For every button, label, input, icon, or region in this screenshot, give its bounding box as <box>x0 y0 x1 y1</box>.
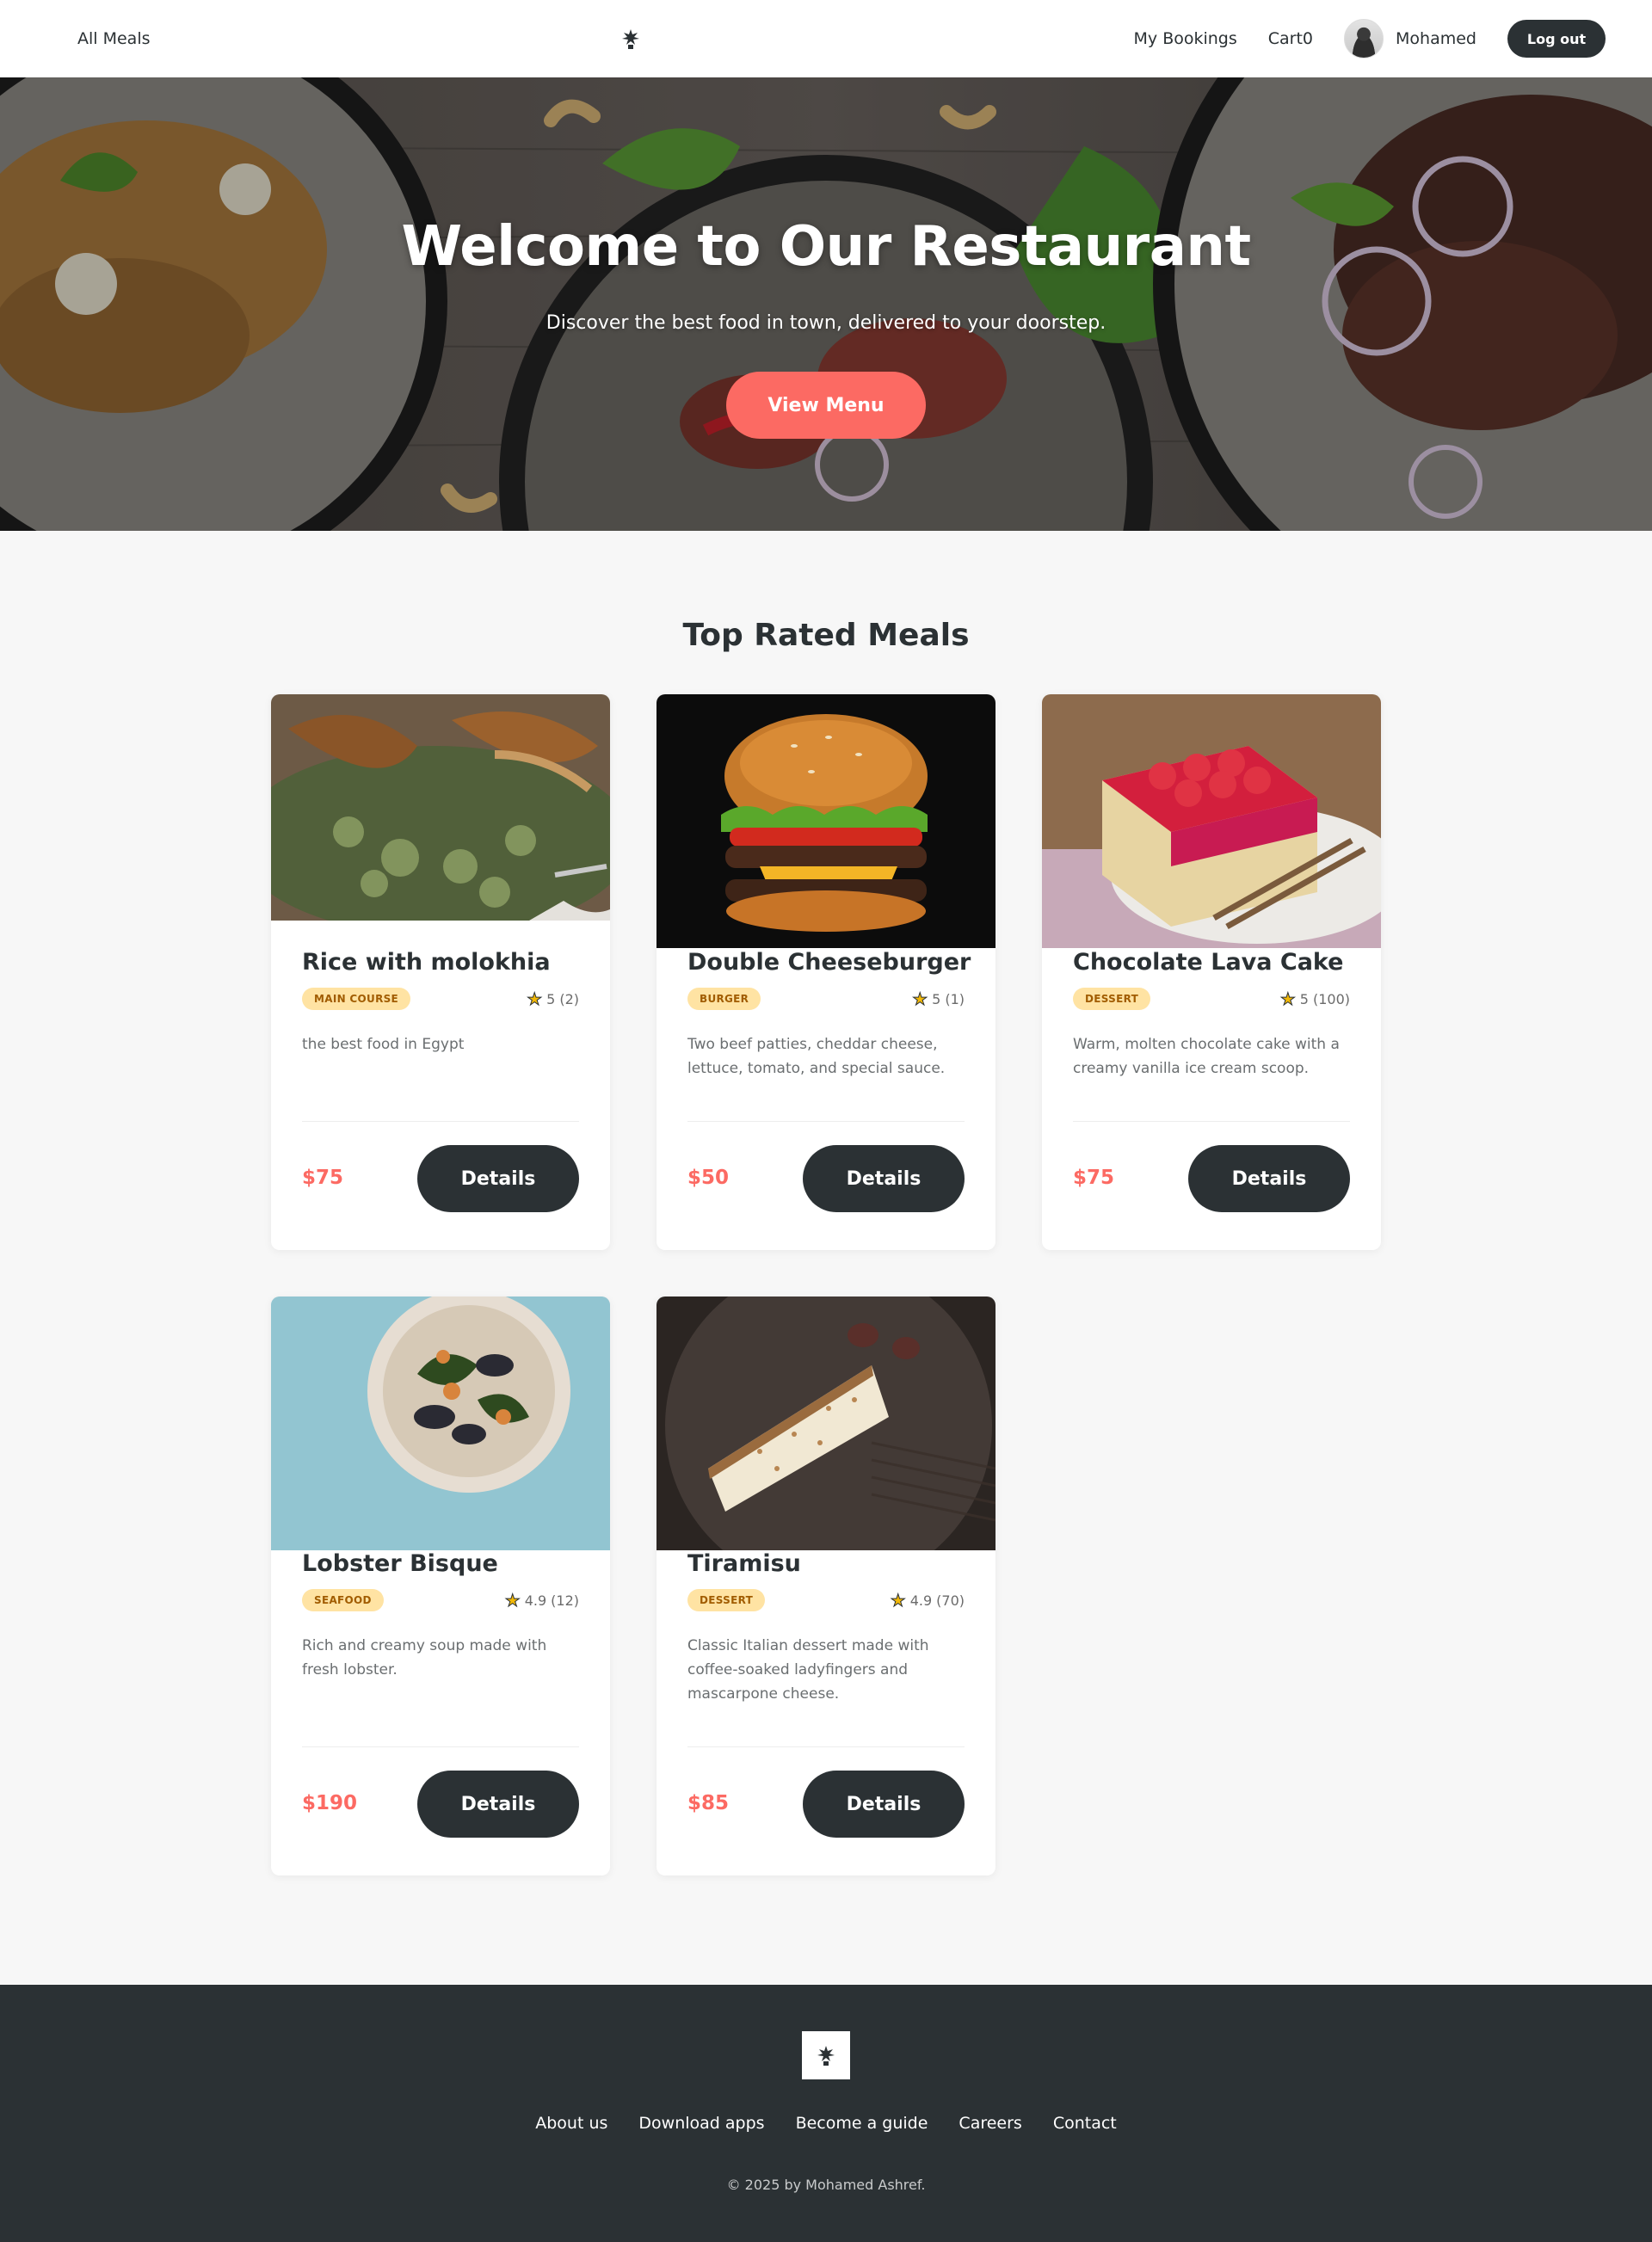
card-divider <box>302 1746 579 1747</box>
meal-price: $85 <box>687 1792 730 1814</box>
meal-title[interactable]: Chocolate Lava Cake <box>1073 949 1350 976</box>
footer-link-download-apps[interactable]: Download apps <box>638 2114 764 2133</box>
rating-value: 5 <box>1299 990 1309 1007</box>
rating: ★ 5 (2) <box>527 989 579 1010</box>
details-button[interactable]: Details <box>417 1145 579 1212</box>
meal-card-body: Rice with molokhia MAIN COURSE ★ 5 (2) t… <box>302 949 579 1106</box>
meal-title[interactable]: Tiramisu <box>687 1550 965 1577</box>
star-icon: ★ <box>504 1590 521 1611</box>
meal-description: Rich and creamy soup made with fresh lob… <box>302 1637 547 1678</box>
logout-button[interactable]: Log out <box>1507 20 1606 58</box>
copyright: © 2025 by Mohamed Ashref. <box>726 2177 926 2193</box>
meal-image-lobster-bisque[interactable] <box>271 1297 610 1550</box>
rating: ★ 4.9 (12) <box>504 1590 579 1611</box>
meal-title[interactable]: Double Cheeseburger <box>687 949 971 976</box>
rating-value: 5 <box>546 990 556 1007</box>
meal-card-body: Tiramisu DESSERT ★ 4.9 (70) Classic Ital… <box>687 1550 965 1720</box>
avatar[interactable] <box>1344 19 1384 59</box>
meal-meta: SEAFOOD ★ 4.9 (12) <box>302 1589 579 1611</box>
card-divider <box>1073 1121 1350 1122</box>
footer-link-contact[interactable]: Contact <box>1053 2114 1117 2133</box>
meal-description: the best food in Egypt <box>302 1036 465 1053</box>
star-icon: ★ <box>912 989 928 1010</box>
category-badge: DESSERT <box>687 1589 766 1611</box>
nav-my-bookings-link[interactable]: My Bookings <box>1134 29 1237 48</box>
meal-image-tiramisu[interactable] <box>656 1297 996 1550</box>
details-button[interactable]: Details <box>803 1145 965 1212</box>
meal-meta: MAIN COURSE ★ 5 (2) <box>302 988 579 1010</box>
category-badge: MAIN COURSE <box>302 988 411 1010</box>
meal-description: Classic Italian dessert made with coffee… <box>687 1637 929 1703</box>
card-divider <box>687 1746 965 1747</box>
footer: About us Download apps Become a guide Ca… <box>0 1985 1652 2242</box>
card-divider <box>687 1121 965 1122</box>
nav-all-meals-link[interactable]: All Meals <box>77 29 151 48</box>
star-icon: ★ <box>527 989 543 1010</box>
meal-card-body: Lobster Bisque SEAFOOD ★ 4.9 (12) Rich a… <box>302 1550 579 1720</box>
rating: ★ 5 (100) <box>1279 989 1350 1010</box>
chef-hat-logo-icon[interactable] <box>616 24 645 53</box>
meal-card: Rice with molokhia MAIN COURSE ★ 5 (2) t… <box>271 694 610 1250</box>
hero-title: Welcome to Our Restaurant <box>401 215 1251 279</box>
meal-card: Tiramisu DESSERT ★ 4.9 (70) Classic Ital… <box>656 1297 996 1876</box>
meal-card: Lobster Bisque SEAFOOD ★ 4.9 (12) Rich a… <box>271 1297 610 1876</box>
meal-title[interactable]: Lobster Bisque <box>302 1550 579 1577</box>
review-count: (1) <box>945 990 965 1007</box>
card-divider <box>302 1121 579 1122</box>
meal-price: $75 <box>302 1167 344 1189</box>
nav-left: All Meals <box>77 29 151 48</box>
footer-link-become-guide[interactable]: Become a guide <box>796 2114 928 2133</box>
rating: ★ 4.9 (70) <box>890 1590 965 1611</box>
meal-image-double-cheeseburger[interactable] <box>656 694 996 948</box>
details-button[interactable]: Details <box>417 1771 579 1838</box>
meal-price: $50 <box>687 1167 730 1189</box>
star-icon: ★ <box>890 1590 906 1611</box>
rating-value: 5 <box>932 990 941 1007</box>
user-profile[interactable]: Mohamed <box>1344 19 1476 59</box>
meal-image-rice-molokhia[interactable] <box>271 694 610 921</box>
view-menu-button[interactable]: View Menu <box>726 372 926 439</box>
meal-meta: DESSERT ★ 4.9 (70) <box>687 1589 965 1611</box>
meal-card-body: Double Cheeseburger BURGER ★ 5 (1) Two b… <box>687 949 971 1106</box>
rating-value: 4.9 <box>909 1592 933 1609</box>
section-title: Top Rated Meals <box>682 618 970 653</box>
meal-title[interactable]: Rice with molokhia <box>302 949 579 976</box>
meal-card: Double Cheeseburger BURGER ★ 5 (1) Two b… <box>656 694 996 1250</box>
review-count: (2) <box>559 990 579 1007</box>
footer-link-careers[interactable]: Careers <box>959 2114 1021 2133</box>
details-button[interactable]: Details <box>1188 1145 1350 1212</box>
category-badge: BURGER <box>687 988 761 1010</box>
meal-description: Warm, molten chocolate cake with a cream… <box>1073 1036 1340 1077</box>
footer-link-about[interactable]: About us <box>535 2114 607 2133</box>
hero-banner: Welcome to Our Restaurant Discover the b… <box>0 77 1652 531</box>
meal-price: $190 <box>302 1792 358 1814</box>
meal-image-chocolate-lava-cake[interactable] <box>1042 694 1381 948</box>
category-badge: SEAFOOD <box>302 1589 384 1611</box>
review-count: (70) <box>936 1592 965 1609</box>
hero-subtitle: Discover the best food in town, delivere… <box>546 312 1106 334</box>
meal-meta: BURGER ★ 5 (1) <box>687 988 965 1010</box>
details-button[interactable]: Details <box>803 1771 965 1838</box>
meal-meta: DESSERT ★ 5 (100) <box>1073 988 1350 1010</box>
footer-links: About us Download apps Become a guide Ca… <box>0 2114 1652 2133</box>
review-count: (100) <box>1312 990 1350 1007</box>
nav-right: My Bookings Cart0 Mohamed Log out <box>1134 19 1606 59</box>
review-count: (12) <box>551 1592 579 1609</box>
meal-card: Chocolate Lava Cake DESSERT ★ 5 (100) Wa… <box>1042 694 1381 1250</box>
chef-hat-logo-icon[interactable] <box>802 2031 850 2079</box>
meal-price: $75 <box>1073 1167 1115 1189</box>
star-icon: ★ <box>1279 989 1296 1010</box>
rating-value: 4.9 <box>524 1592 547 1609</box>
meal-description: Two beef patties, cheddar cheese, lettuc… <box>687 1036 946 1077</box>
meal-card-body: Chocolate Lava Cake DESSERT ★ 5 (100) Wa… <box>1073 949 1350 1106</box>
rating: ★ 5 (1) <box>912 989 965 1010</box>
user-name: Mohamed <box>1396 29 1476 48</box>
hero-content: Welcome to Our Restaurant Discover the b… <box>0 77 1652 531</box>
nav-cart-link[interactable]: Cart0 <box>1268 29 1313 48</box>
category-badge: DESSERT <box>1073 988 1151 1010</box>
navbar: All Meals My Bookings Cart0 Mohamed Log … <box>0 0 1652 77</box>
